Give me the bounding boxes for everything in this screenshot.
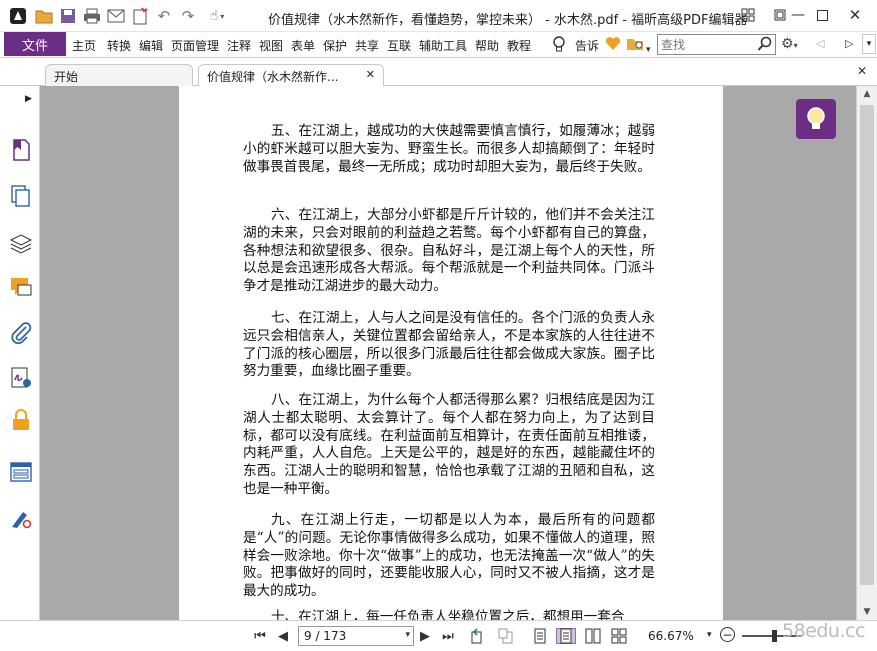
vertical-scrollbar[interactable]: ▲ ▼ <box>856 86 877 620</box>
continuous-view-icon[interactable] <box>556 628 576 644</box>
tab-document[interactable]: 价值规律（水木然新作... ✕ <box>198 64 384 87</box>
previous-view-icon[interactable] <box>470 628 488 644</box>
last-page-icon[interactable]: ⏭ <box>440 628 456 644</box>
menu-form[interactable]: 表单 <box>291 37 315 54</box>
menu-page-organize[interactable]: 页面管理 <box>171 37 219 54</box>
zoom-dropdown-icon[interactable]: ▾ <box>707 630 712 640</box>
layers-icon[interactable] <box>9 231 33 255</box>
comments-icon[interactable] <box>9 275 33 299</box>
form-fields-icon[interactable] <box>9 460 33 484</box>
maximize-button[interactable] <box>810 4 834 26</box>
file-menu-button[interactable]: 文件 <box>4 32 66 56</box>
paragraph-10: 十、在江湖上，每一任负责人坐稳位置之后，都想用一套合 <box>271 609 625 620</box>
lightbulb-icon[interactable] <box>552 36 566 56</box>
page-number-field[interactable]: 9 / 173 ▾ <box>298 626 414 646</box>
next-icon[interactable]: ▷ <box>845 37 853 50</box>
scroll-thumb[interactable] <box>860 105 874 585</box>
save-icon[interactable] <box>58 6 78 26</box>
document-viewport[interactable]: 五、在江湖上，越成功的大侠越需要慎言慎行，如履薄冰；越弱小的虾米越可以胆大妄为、… <box>40 86 856 620</box>
tips-lightbulb-icon <box>807 107 825 129</box>
close-all-tabs-icon[interactable]: ✕ <box>857 64 867 78</box>
search-field[interactable] <box>657 34 776 55</box>
next-view-icon[interactable] <box>496 628 514 644</box>
menu-edit[interactable]: 编辑 <box>139 37 163 54</box>
window-title: 价值规律（水木然新作，看懂趋势，掌控未来） - 水木然.pdf - 福昕高级PD… <box>268 13 748 28</box>
ribbon-expand-button[interactable]: ▾ <box>862 34 876 54</box>
menu-bar: 文件 主页 转换 编辑 页面管理 注释 视图 表单 保护 共享 互联 辅助工具 … <box>0 32 877 58</box>
watermark-text: 58edu.cc <box>782 620 865 642</box>
close-tab-icon[interactable]: ✕ <box>366 68 375 81</box>
ribbon-options-icon[interactable] <box>736 4 760 26</box>
pages-icon[interactable] <box>9 184 33 208</box>
search-icon[interactable] <box>757 36 773 52</box>
zoom-out-button[interactable]: − <box>720 627 735 642</box>
menu-connect[interactable]: 互联 <box>387 37 411 54</box>
menu-accessibility[interactable]: 辅助工具 <box>419 37 467 54</box>
first-page-icon[interactable]: ⏮ <box>252 628 268 644</box>
page-indicator: 9 / 173 <box>304 629 347 643</box>
signature-icon[interactable] <box>9 366 33 390</box>
tips-button[interactable] <box>796 99 836 139</box>
security-icon[interactable] <box>9 408 33 432</box>
minimize-button[interactable]: — <box>786 4 810 26</box>
new-icon[interactable] <box>130 6 150 26</box>
email-icon[interactable] <box>106 6 126 26</box>
zoom-slider-knob[interactable] <box>772 630 777 642</box>
menu-protect[interactable]: 保护 <box>323 37 347 54</box>
menu-share[interactable]: 共享 <box>355 37 379 54</box>
prev-icon[interactable]: ◁ <box>816 37 824 50</box>
open-icon[interactable] <box>34 6 54 26</box>
status-bar: ⏮ ◀ 9 / 173 ▾ ▶ ⏭ 66.67% ▾ − <box>0 620 877 651</box>
bookmark-icon[interactable] <box>9 138 33 162</box>
facing-view-icon[interactable] <box>584 628 602 644</box>
settings-icon[interactable]: ⚙▾ <box>781 36 798 52</box>
certify-icon[interactable] <box>9 506 33 530</box>
menu-tutorial[interactable]: 教程 <box>507 37 531 54</box>
zoom-level[interactable]: 66.67% <box>648 629 694 643</box>
continuous-facing-view-icon[interactable] <box>610 628 628 644</box>
menu-view[interactable]: 视图 <box>259 37 283 54</box>
search-input[interactable] <box>658 35 754 54</box>
previous-page-icon[interactable]: ◀ <box>276 628 290 644</box>
close-window-button[interactable]: ✕ <box>842 4 868 26</box>
tab-start-label: 开始 <box>54 70 79 84</box>
tab-start[interactable]: 开始 <box>45 64 193 86</box>
expand-panel-icon[interactable]: ▶ <box>25 94 32 104</box>
tab-bar: 开始 价值规律（水木然新作... ✕ ✕ <box>0 58 877 87</box>
scroll-up-arrow[interactable]: ▲ <box>857 86 877 102</box>
paragraph-9: 九、在江湖上行走，一切都是以人为本，最后所有的问题都是“人”的问题。无论你事情做… <box>243 512 655 600</box>
page-dropdown-icon[interactable]: ▾ <box>405 630 410 640</box>
menu-convert[interactable]: 转换 <box>107 37 131 54</box>
print-icon[interactable] <box>82 6 102 26</box>
paragraph-6: 六、在江湖上，大部分小虾都是斤斤计较的，他们并不会关注江湖的未来，只会对眼前的利… <box>243 207 655 295</box>
tab-document-label: 价值规律（水木然新作... <box>207 70 339 84</box>
paragraph-7: 七、在江湖上，人与人之间是没有信任的。各个门派的负责人永远只会相信亲人，关键位置… <box>243 310 655 380</box>
pdf-page: 五、在江湖上，越成功的大侠越需要慎言慎行，如履薄冰；越弱小的虾米越可以胆大妄为、… <box>179 86 723 620</box>
menu-home[interactable]: 主页 <box>72 37 96 54</box>
scroll-down-arrow[interactable]: ▼ <box>857 604 877 620</box>
navigation-panel: ▶ <box>0 86 40 620</box>
menu-help[interactable]: 帮助 <box>475 37 499 54</box>
menu-comment[interactable]: 注释 <box>227 37 251 54</box>
paragraph-8: 八、在江湖上，为什么每个人都活得那么累？归根结底是因为江湖人士都太聪明、太会算计… <box>243 392 655 497</box>
next-page-icon[interactable]: ▶ <box>418 628 432 644</box>
folder-search-icon[interactable]: ▾ <box>626 36 651 55</box>
redo-icon[interactable]: ↷ <box>178 6 198 26</box>
app-logo-icon[interactable] <box>8 6 28 26</box>
undo-icon[interactable]: ↶ <box>154 6 174 26</box>
attachments-icon[interactable] <box>9 321 33 345</box>
title-bar: ↶ ↷ ☝ ▾ 价值规律（水木然新作，看懂趋势，掌控未来） - 水木然.pdf -… <box>0 0 877 32</box>
heart-icon[interactable] <box>605 36 621 54</box>
single-page-view-icon[interactable] <box>532 628 548 644</box>
paragraph-5: 五、在江湖上，越成功的大侠越需要慎言慎行，如履薄冰；越弱小的虾米越可以胆大妄为、… <box>243 123 655 175</box>
hand-tool-icon[interactable]: ☝ ▾ <box>202 6 232 26</box>
tell-me-label[interactable]: 告诉 <box>575 37 599 54</box>
